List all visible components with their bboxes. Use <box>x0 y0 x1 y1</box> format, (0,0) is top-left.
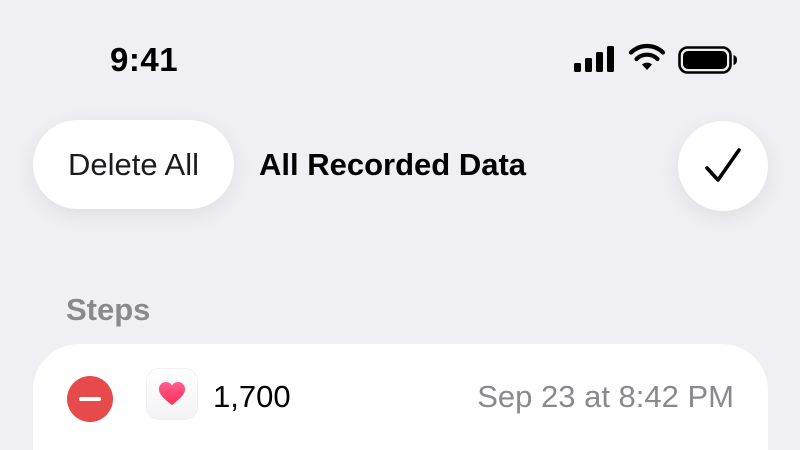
health-app-icon <box>147 369 197 419</box>
delete-row-button[interactable] <box>67 376 113 422</box>
record-date: Sep 23 at 8:42 PM <box>477 379 734 414</box>
cellular-signal-icon <box>574 46 614 72</box>
wifi-icon <box>628 44 666 70</box>
status-time: 9:41 <box>110 41 179 78</box>
page-title: All Recorded Data <box>259 147 527 182</box>
minus-icon <box>79 397 101 401</box>
list-item[interactable]: 1,700 Sep 23 at 8:42 PM <box>33 344 768 450</box>
checkmark-icon <box>705 148 741 182</box>
heart-icon <box>159 382 185 405</box>
section-header-steps: Steps <box>66 292 151 327</box>
battery-icon <box>678 46 737 74</box>
status-bar: 9:41 <box>0 0 800 110</box>
done-button[interactable] <box>678 121 768 211</box>
delete-all-button[interactable]: Delete All <box>33 120 234 209</box>
record-value: 1,700 <box>213 379 291 414</box>
